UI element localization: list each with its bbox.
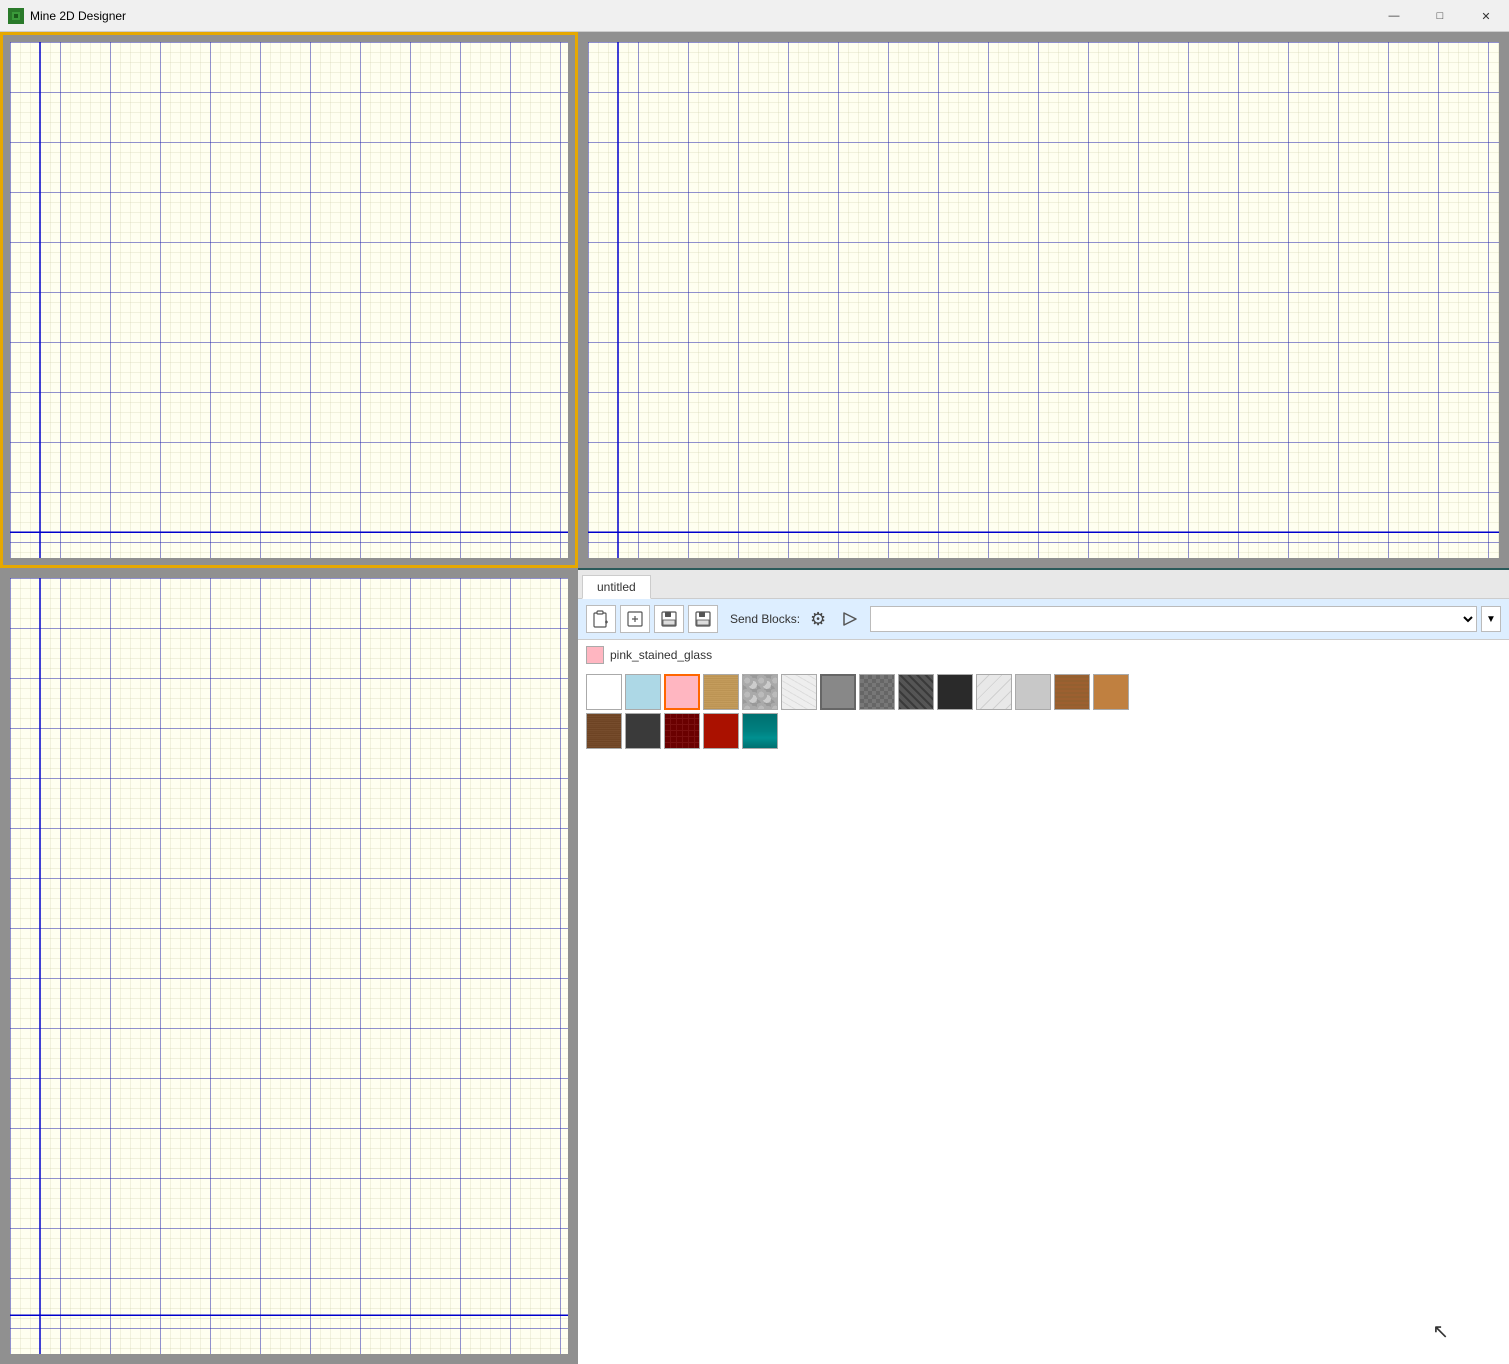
app-icon (8, 8, 24, 24)
block-coal[interactable] (937, 674, 973, 710)
main-container: untitled (0, 32, 1509, 1364)
save-icon (660, 610, 678, 628)
new-blank-icon (626, 610, 644, 628)
send-button[interactable] (836, 605, 864, 633)
new-from-clipboard-button[interactable] (586, 605, 616, 633)
chevron-down-icon: ▼ (1486, 614, 1496, 625)
grid-canvas-top-left[interactable] (10, 42, 568, 558)
clipboard-new-icon (592, 610, 610, 628)
window-controls: — □ ✕ (1371, 0, 1509, 32)
block-row-1 (586, 674, 1501, 710)
blocks-dropdown[interactable] (870, 606, 1477, 632)
palette-panel: untitled (578, 568, 1509, 1364)
block-pink[interactable] (664, 674, 700, 710)
selected-block-preview (586, 646, 604, 664)
block-brown1[interactable] (1054, 674, 1090, 710)
grid-canvas-bottom-left[interactable] (10, 578, 568, 1354)
block-gravel[interactable] (742, 674, 778, 710)
titlebar: Mine 2D Designer — □ ✕ (0, 0, 1509, 32)
block-red-concrete[interactable] (703, 713, 739, 749)
block-empty[interactable] (586, 674, 622, 710)
block-teal[interactable] (742, 713, 778, 749)
grid-panel-top-right[interactable] (578, 32, 1509, 568)
save-as-button[interactable]: * (688, 605, 718, 633)
grid-panel-bottom-left[interactable] (0, 568, 578, 1364)
block-smooth-stone[interactable] (820, 674, 856, 710)
grid-canvas-top-right[interactable] (588, 42, 1499, 558)
maximize-button[interactable]: □ (1417, 0, 1463, 32)
grid-svg-top-right (588, 42, 1499, 558)
grid-panel-top-left[interactable] (0, 32, 578, 568)
selected-block-name: pink_stained_glass (610, 648, 712, 662)
palette-toolbar: * Send Blocks: ⚙ ▼ (578, 599, 1509, 640)
grid-svg-bottom-left (10, 578, 568, 1354)
save-button[interactable] (654, 605, 684, 633)
tabs-bar: untitled (578, 570, 1509, 599)
palette-empty-area: ↖ (578, 753, 1509, 1364)
block-spruce[interactable] (586, 713, 622, 749)
block-brown2[interactable] (1093, 674, 1129, 710)
new-blank-button[interactable] (620, 605, 650, 633)
block-row-2 (586, 713, 1501, 749)
block-palette-grid (578, 670, 1509, 753)
block-light-blue[interactable] (625, 674, 661, 710)
selected-block-row: pink_stained_glass (578, 640, 1509, 670)
gear-icon: ⚙ (810, 609, 826, 630)
block-oak-planks[interactable] (703, 674, 739, 710)
block-red-dark[interactable] (664, 713, 700, 749)
save-as-icon: * (694, 610, 712, 628)
send-icon (841, 610, 859, 628)
svg-text:*: * (705, 614, 708, 620)
block-dark-stone[interactable] (898, 674, 934, 710)
cursor-indicator: ↖ (1432, 1319, 1449, 1344)
block-diorite[interactable] (781, 674, 817, 710)
app-title: Mine 2D Designer (30, 9, 126, 23)
expand-button[interactable]: ▼ (1481, 606, 1501, 632)
block-light-gray[interactable] (1015, 674, 1051, 710)
gear-button[interactable]: ⚙ (804, 605, 832, 633)
grid-svg-top-left (10, 42, 568, 558)
tab-untitled[interactable]: untitled (582, 575, 651, 599)
minimize-button[interactable]: — (1371, 0, 1417, 32)
close-button[interactable]: ✕ (1463, 0, 1509, 32)
block-dark-gray[interactable] (625, 713, 661, 749)
block-white-marble[interactable] (976, 674, 1012, 710)
send-blocks-label: Send Blocks: (730, 612, 800, 626)
block-stone[interactable] (859, 674, 895, 710)
